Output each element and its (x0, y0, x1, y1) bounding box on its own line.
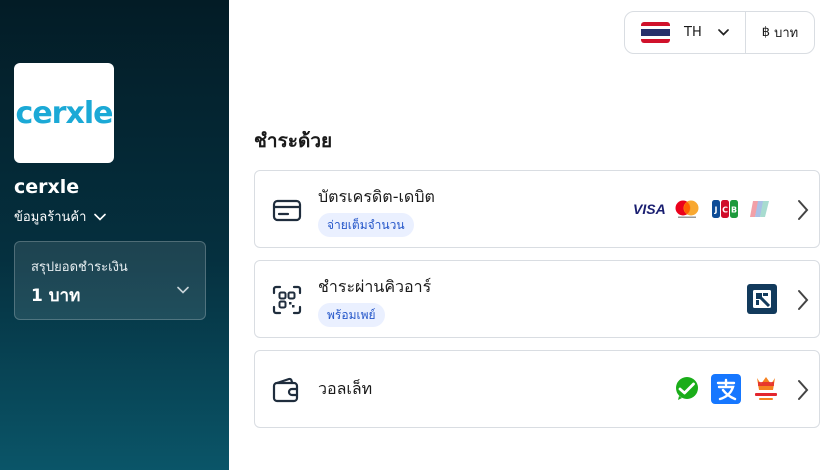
currency-select[interactable]: ฿ บาท (746, 12, 814, 53)
wallet-logos (673, 351, 781, 427)
method-title: วอลเล็ท (318, 379, 373, 398)
qr-scan-icon (272, 285, 302, 315)
chevron-down-icon (94, 213, 107, 221)
credit-card-icon (272, 199, 302, 222)
summary-label: สรุปยอดชำระเงิน (31, 260, 128, 275)
mastercard-logo (675, 200, 699, 218)
chevron-down-icon (177, 286, 189, 294)
payment-summary[interactable]: สรุปยอดชำระเงิน 1 บาท (14, 241, 206, 320)
currency-symbol: ฿ (761, 25, 771, 40)
language-select[interactable]: TH (625, 12, 746, 53)
locale-selector: TH ฿ บาท (624, 11, 815, 54)
svg-text:J: J (714, 206, 718, 215)
logo-text: cerxle (15, 95, 114, 131)
method-badge: จ่ายเต็มจำนวน (318, 213, 414, 237)
card-logos: VISA J C B (633, 171, 773, 247)
payment-method-wallet[interactable]: วอลเล็ท (254, 350, 820, 428)
store-info-toggle[interactable]: ข้อมูลร้านค้า (14, 206, 107, 227)
svg-text:C: C (722, 206, 728, 215)
wallet-icon (272, 377, 299, 403)
method-title: บัตรเครดิต-เดบิต (318, 187, 435, 206)
summary-amount: 1 บาท (31, 286, 81, 306)
payment-method-card[interactable]: บัตรเครดิต-เดบิต จ่ายเต็มจำนวน VISA J C … (254, 170, 820, 248)
jcb-logo: J C B (712, 200, 738, 218)
method-title: ชำระผ่านคิวอาร์ (318, 277, 432, 296)
chevron-right-icon (798, 380, 809, 400)
wechat-pay-logo (676, 377, 698, 400)
thailand-flag-icon (641, 22, 670, 43)
merchant-logo: cerxle (14, 63, 114, 163)
method-badge: พร้อมเพย์ (318, 303, 385, 327)
chevron-down-icon (718, 29, 729, 36)
qr-logos (747, 261, 777, 337)
merchant-name: cerxle (14, 176, 80, 198)
alipay-logo (711, 374, 741, 404)
chevron-right-icon (798, 290, 809, 310)
svg-text:B: B (731, 206, 737, 215)
language-code: TH (684, 25, 702, 40)
chevron-right-icon (798, 200, 809, 220)
truemoney-wallet-logo (755, 377, 777, 400)
sidebar: cerxle cerxle ข้อมูลร้านค้า สรุปยอดชำระเ… (0, 0, 229, 470)
currency-label: บาท (774, 26, 799, 41)
page-title: ชำระด้วย (254, 130, 333, 152)
store-info-label: ข้อมูลร้านค้า (14, 210, 87, 225)
unionpay-logo (750, 201, 769, 217)
payment-method-qr[interactable]: ชำระผ่านคิวอาร์ พร้อมเพย์ (254, 260, 820, 338)
visa-logo: VISA (633, 201, 666, 217)
thai-qr-payment-logo (747, 284, 777, 314)
